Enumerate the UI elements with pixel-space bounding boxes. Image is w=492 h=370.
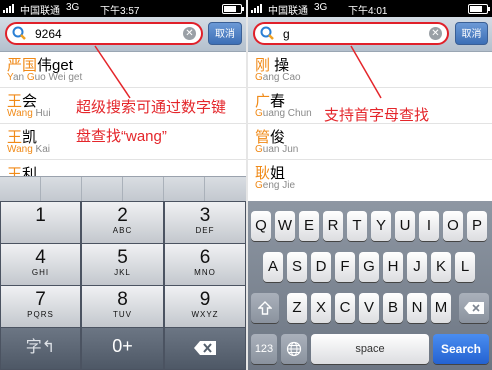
annotation-text: 盘查找“wang” [76, 128, 167, 145]
key-4[interactable]: 4 GHI [0, 243, 81, 286]
handwriting-icon: 字↰ [25, 339, 56, 356]
globe-icon [286, 341, 302, 357]
key-w[interactable]: W [275, 211, 295, 241]
shift-key[interactable] [251, 293, 279, 323]
key-s[interactable]: S [287, 252, 307, 282]
key-v[interactable]: V [359, 293, 379, 323]
key-a[interactable]: A [263, 252, 283, 282]
key-123[interactable]: 123 [251, 334, 277, 364]
key-l[interactable]: L [455, 252, 475, 282]
key-h[interactable]: H [383, 252, 403, 282]
key-j[interactable]: J [407, 252, 427, 282]
key-0[interactable]: 0+ [81, 327, 164, 370]
key-t[interactable]: T [347, 211, 367, 241]
key-g[interactable]: G [359, 252, 379, 282]
number-keypad: 1 2 ABC 3 DEF 4 GHI 5 JKL 6 MNO 7 PQRS 8 TUV 9W… [0, 201, 246, 370]
key-1[interactable]: 1 [0, 201, 81, 244]
key-z[interactable]: Z [287, 293, 307, 323]
annotation-text: 支持首字母查找 [324, 107, 430, 124]
key-x[interactable]: X [311, 293, 331, 323]
key-7[interactable]: 7 PQRS [0, 285, 81, 328]
left-screenshot: 中国联通 3G 下午3:57 9264 ✕ 取消 严国伟get Yan Guo … [0, 0, 246, 370]
key-f[interactable]: F [335, 252, 355, 282]
key-3[interactable]: 3 DEF [164, 201, 246, 244]
qwerty-keyboard: Q W E R T Y U I O P A S D F G H J K L Z … [248, 201, 492, 370]
key-u[interactable]: U [395, 211, 415, 241]
key-c[interactable]: C [335, 293, 355, 323]
key-m[interactable]: M [431, 293, 451, 323]
search-key[interactable]: Search [433, 334, 489, 364]
globe-key[interactable] [281, 334, 307, 364]
backspace-key[interactable] [459, 293, 489, 323]
key-r[interactable]: R [323, 211, 343, 241]
backspace-key[interactable] [164, 327, 246, 370]
backspace-icon [464, 302, 484, 314]
key-n[interactable]: N [407, 293, 427, 323]
shift-icon [257, 301, 273, 315]
right-screenshot: 中国联通 3G 下午4:01 g ✕ 取消 刚 操 Gang Cao 广春 Gu… [248, 0, 492, 370]
key-o[interactable]: O [443, 211, 463, 241]
key-b[interactable]: B [383, 293, 403, 323]
key-2[interactable]: 2 ABC [81, 201, 164, 244]
key-y[interactable]: Y [371, 211, 391, 241]
key-9[interactable]: 9 WXYZ [164, 285, 246, 328]
key-8[interactable]: 8 TUV [81, 285, 164, 328]
handwriting-key[interactable]: 字↰ [0, 327, 81, 370]
space-key[interactable]: space [311, 334, 429, 364]
key-q[interactable]: Q [251, 211, 271, 241]
key-i[interactable]: I [419, 211, 439, 241]
key-k[interactable]: K [431, 252, 451, 282]
key-d[interactable]: D [311, 252, 331, 282]
annotation-text: 超级搜索可通过数字键 [76, 99, 227, 116]
key-e[interactable]: E [299, 211, 319, 241]
key-6[interactable]: 6 MNO [164, 243, 246, 286]
key-5[interactable]: 5 JKL [81, 243, 164, 286]
backspace-icon [194, 341, 216, 355]
keyboard-toolbar [0, 176, 246, 202]
key-p[interactable]: P [467, 211, 487, 241]
annotation-arrow [350, 45, 382, 99]
